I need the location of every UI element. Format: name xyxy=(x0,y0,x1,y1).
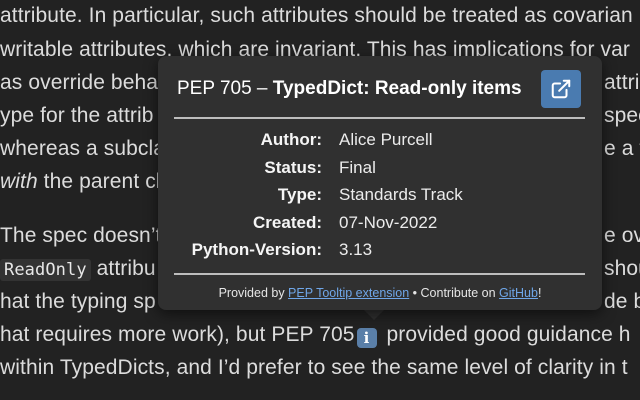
external-link-icon xyxy=(551,79,571,99)
pep-info-icon[interactable]: i xyxy=(356,328,377,348)
text-line: ReadOnly attribushoul xyxy=(0,255,640,284)
text-line: whereas a subclae a typ xyxy=(0,137,640,160)
github-link[interactable]: GitHub xyxy=(499,286,538,300)
inline-code: ReadOnly xyxy=(0,259,91,281)
text-line: ype for the attribspecif xyxy=(0,104,640,127)
divider xyxy=(174,273,585,275)
meta-row-type: Type: Standards Track xyxy=(277,185,463,204)
tooltip-title: PEP 705 – TypedDict: Read-only items xyxy=(177,78,522,99)
text-line: The spec doesn’te over xyxy=(0,224,640,247)
extension-link[interactable]: PEP Tooltip extension xyxy=(288,286,409,300)
meta-row-python-version: Python-Version: 3.13 xyxy=(191,240,373,259)
pep-tooltip: PEP 705 – TypedDict: Read-only items Aut… xyxy=(158,56,602,310)
pep-metadata: Author: Alice Purcell Status: Final Type… xyxy=(158,128,602,266)
divider xyxy=(174,117,585,119)
meta-row-created: Created: 07-Nov-2022 xyxy=(253,212,438,232)
text-line: within TypedDicts, and I’d prefer to see… xyxy=(0,356,628,379)
open-pep-button[interactable] xyxy=(541,70,581,108)
meta-row-status: Status: Final xyxy=(264,157,376,177)
text-line: hat requires more work), but PEP 705 i pr… xyxy=(0,323,631,348)
tooltip-arrow xyxy=(364,310,384,320)
text-line: attribute. In particular, such attribute… xyxy=(0,4,633,27)
tooltip-footer: Provided by PEP Tooltip extension • Cont… xyxy=(218,286,542,300)
text-line: as override behavattrib xyxy=(0,71,640,94)
text-line: hat the typing spde be xyxy=(0,290,640,313)
text-line: with the parent cl xyxy=(0,170,161,193)
meta-row-author: Author: Alice Purcell xyxy=(260,130,433,149)
